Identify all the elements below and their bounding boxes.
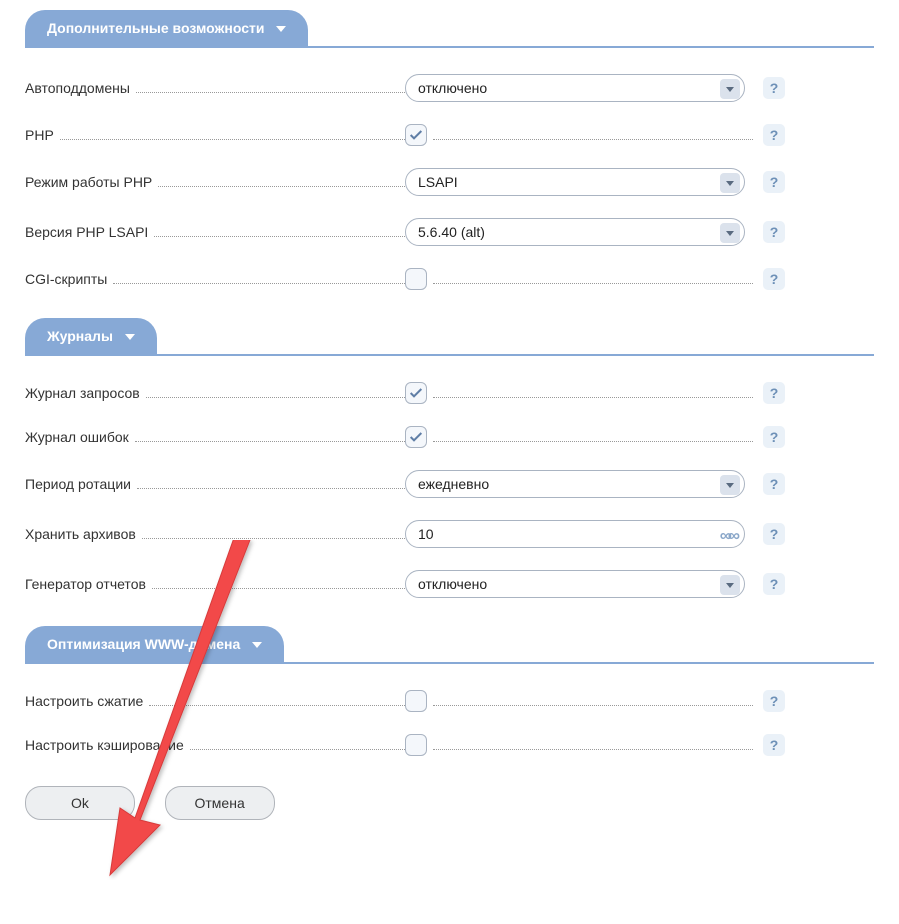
chevron-down-icon bbox=[252, 642, 262, 648]
help-icon[interactable]: ? bbox=[763, 573, 785, 595]
field-label: Настроить кэширование bbox=[25, 737, 184, 753]
row-keep-archives: Хранить архивов 10 ∞∞ ? bbox=[25, 520, 874, 548]
keep-archives-input[interactable]: 10 ∞∞ bbox=[405, 520, 745, 548]
row-request-log: Журнал запросов ? bbox=[25, 382, 874, 404]
rotation-period-select[interactable]: ежедневно bbox=[405, 470, 745, 498]
row-caching: Настроить кэширование ? bbox=[25, 734, 874, 756]
php-checkbox[interactable] bbox=[405, 124, 427, 146]
help-icon[interactable]: ? bbox=[763, 382, 785, 404]
php-mode-select[interactable]: LSAPI bbox=[405, 168, 745, 196]
select-value: 5.6.40 (alt) bbox=[418, 224, 485, 240]
autosubdomains-select[interactable]: отключено bbox=[405, 74, 745, 102]
section-title: Журналы bbox=[47, 328, 113, 344]
select-value: LSAPI bbox=[418, 174, 458, 190]
section-title: Дополнительные возможности bbox=[47, 20, 264, 36]
report-generator-select[interactable]: отключено bbox=[405, 570, 745, 598]
help-icon[interactable]: ? bbox=[763, 426, 785, 448]
section-tab-advanced[interactable]: Дополнительные возможности bbox=[25, 10, 308, 46]
php-version-select[interactable]: 5.6.40 (alt) bbox=[405, 218, 745, 246]
help-icon[interactable]: ? bbox=[763, 268, 785, 290]
field-label: Хранить архивов bbox=[25, 526, 136, 542]
field-label: Журнал запросов bbox=[25, 385, 140, 401]
chevron-down-icon bbox=[720, 173, 740, 193]
chevron-down-icon bbox=[276, 26, 286, 32]
input-value: 10 bbox=[418, 526, 434, 542]
field-label: Генератор отчетов bbox=[25, 576, 146, 592]
ok-button[interactable]: Ok bbox=[25, 786, 135, 820]
row-php-mode: Режим работы PHP LSAPI ? bbox=[25, 168, 874, 196]
chevron-down-icon bbox=[720, 79, 740, 99]
row-cgi: CGI-скрипты ? bbox=[25, 268, 874, 290]
infinity-icon: ∞∞ bbox=[720, 526, 736, 546]
field-label: CGI-скрипты bbox=[25, 271, 107, 287]
help-icon[interactable]: ? bbox=[763, 124, 785, 146]
help-icon[interactable]: ? bbox=[763, 171, 785, 193]
cancel-button[interactable]: Отмена bbox=[165, 786, 275, 820]
help-icon[interactable]: ? bbox=[763, 690, 785, 712]
help-icon[interactable]: ? bbox=[763, 734, 785, 756]
field-label: Автоподдомены bbox=[25, 80, 130, 96]
section-title: Оптимизация WWW-домена bbox=[47, 636, 240, 652]
section-tab-logs[interactable]: Журналы bbox=[25, 318, 157, 354]
select-value: отключено bbox=[418, 80, 487, 96]
divider bbox=[25, 662, 874, 664]
check-icon bbox=[408, 429, 424, 445]
row-autosubdomains: Автоподдомены отключено ? bbox=[25, 74, 874, 102]
request-log-checkbox[interactable] bbox=[405, 382, 427, 404]
caching-checkbox[interactable] bbox=[405, 734, 427, 756]
help-icon[interactable]: ? bbox=[763, 473, 785, 495]
button-bar: Ok Отмена bbox=[25, 786, 899, 820]
field-label: PHP bbox=[25, 127, 54, 143]
row-rotation-period: Период ротации ежедневно ? bbox=[25, 470, 874, 498]
help-icon[interactable]: ? bbox=[763, 77, 785, 99]
chevron-down-icon bbox=[720, 575, 740, 595]
compression-checkbox[interactable] bbox=[405, 690, 427, 712]
divider bbox=[25, 46, 874, 48]
row-report-generator: Генератор отчетов отключено ? bbox=[25, 570, 874, 598]
field-label: Режим работы PHP bbox=[25, 174, 152, 190]
select-value: отключено bbox=[418, 576, 487, 592]
row-php-version: Версия PHP LSAPI 5.6.40 (alt) ? bbox=[25, 218, 874, 246]
divider bbox=[25, 354, 874, 356]
select-value: ежедневно bbox=[418, 476, 489, 492]
help-icon[interactable]: ? bbox=[763, 523, 785, 545]
row-php: PHP ? bbox=[25, 124, 874, 146]
cgi-checkbox[interactable] bbox=[405, 268, 427, 290]
row-error-log: Журнал ошибок ? bbox=[25, 426, 874, 448]
error-log-checkbox[interactable] bbox=[405, 426, 427, 448]
field-label: Журнал ошибок bbox=[25, 429, 129, 445]
field-label: Настроить сжатие bbox=[25, 693, 143, 709]
row-compression: Настроить сжатие ? bbox=[25, 690, 874, 712]
chevron-down-icon bbox=[720, 223, 740, 243]
chevron-down-icon bbox=[720, 475, 740, 495]
help-icon[interactable]: ? bbox=[763, 221, 785, 243]
field-label: Версия PHP LSAPI bbox=[25, 224, 148, 240]
field-label: Период ротации bbox=[25, 476, 131, 492]
section-tab-optimization[interactable]: Оптимизация WWW-домена bbox=[25, 626, 284, 662]
check-icon bbox=[408, 127, 424, 143]
chevron-down-icon bbox=[125, 334, 135, 340]
check-icon bbox=[408, 385, 424, 401]
